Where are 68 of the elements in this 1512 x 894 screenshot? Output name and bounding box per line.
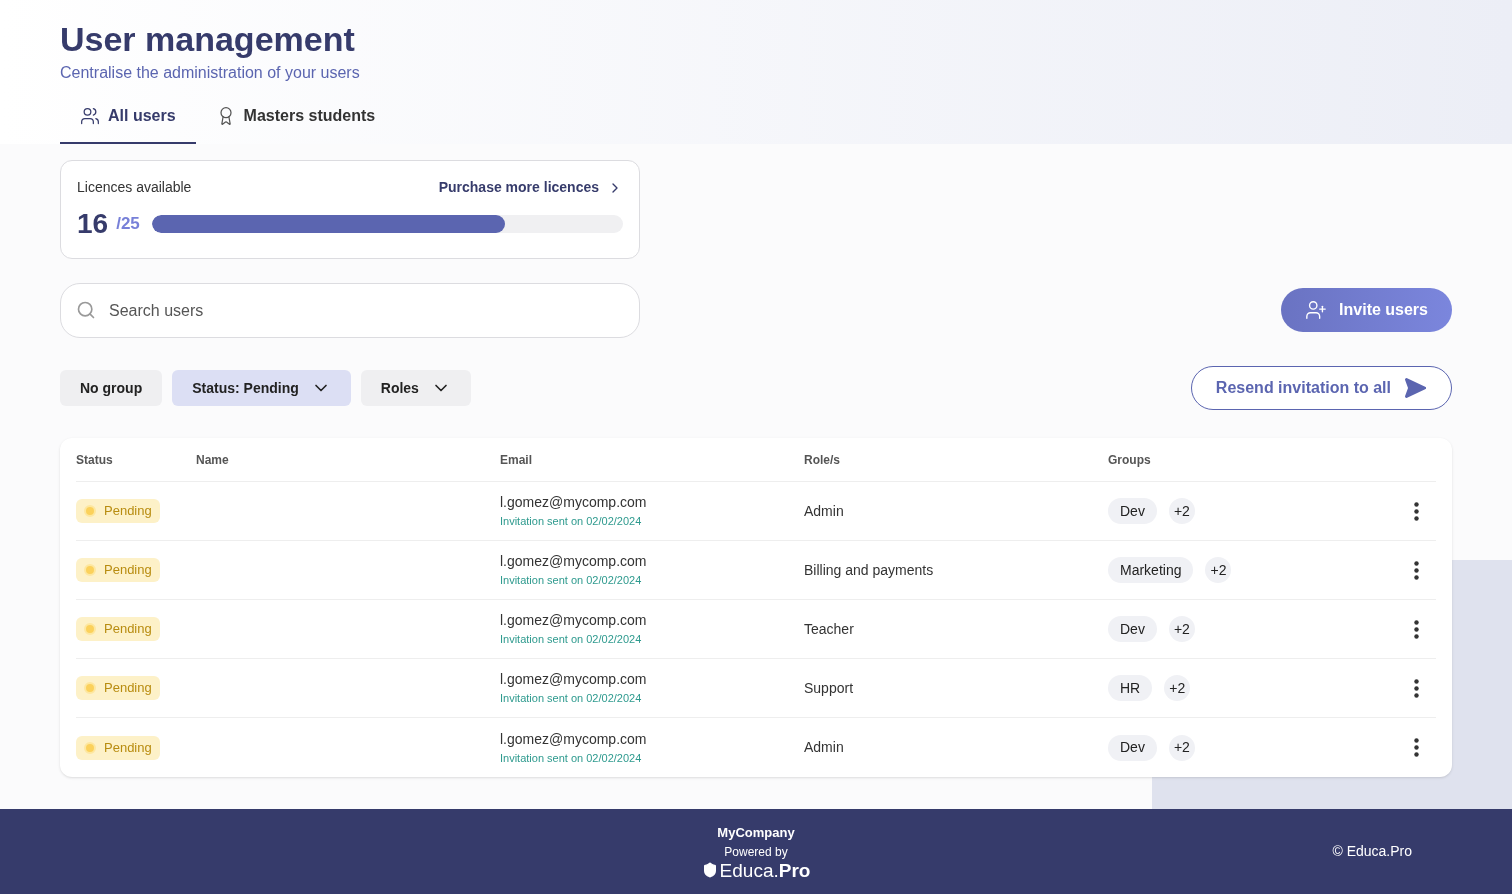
tab[interactable]: Masters students bbox=[195, 90, 396, 144]
users-icon bbox=[80, 106, 100, 126]
column-header: Groups bbox=[1108, 451, 1151, 469]
more-icon bbox=[1413, 560, 1419, 580]
more-icon bbox=[1413, 678, 1419, 698]
search-field[interactable]: Search users bbox=[60, 283, 640, 338]
more-groups-tag: +2 bbox=[1205, 557, 1232, 583]
group-tag: Dev bbox=[1108, 616, 1157, 642]
email-text: l.gomez@mycomp.com bbox=[500, 670, 647, 690]
email-text: l.gomez@mycomp.com bbox=[500, 552, 647, 572]
invitation-note: Invitation sent on 02/02/2024 bbox=[500, 750, 643, 766]
more-icon bbox=[1413, 738, 1419, 757]
filter-button[interactable]: No group bbox=[60, 370, 163, 406]
page-subtitle: Centralise the administration of your users bbox=[60, 62, 360, 83]
role-text: Admin bbox=[804, 738, 844, 757]
purchase-link[interactable]: Purchase more licences bbox=[438, 177, 623, 198]
email-text: l.gomez@mycomp.com bbox=[500, 611, 647, 631]
email-text: l.gomez@mycomp.com bbox=[500, 493, 647, 513]
more-options-button[interactable] bbox=[1413, 501, 1419, 521]
filter-button[interactable]: Status: Pending bbox=[172, 370, 351, 406]
more-options-button[interactable] bbox=[1413, 560, 1419, 580]
licences-label: Licences available bbox=[77, 178, 192, 197]
email-text: l.gomez@mycomp.com bbox=[500, 729, 647, 749]
invite-users-button[interactable]: Invite users bbox=[1281, 288, 1452, 332]
licences-total: /25 bbox=[116, 213, 140, 236]
more-options-button[interactable] bbox=[1413, 678, 1419, 698]
group-tag: Dev bbox=[1108, 498, 1157, 524]
page-title: User management bbox=[60, 19, 355, 60]
status-badge: Pending bbox=[76, 617, 160, 641]
column-header: Role/s bbox=[804, 451, 840, 469]
more-groups-tag: +2 bbox=[1168, 616, 1195, 642]
invitation-note: Invitation sent on 02/02/2024 bbox=[500, 514, 643, 530]
column-header: Status bbox=[76, 451, 113, 469]
send-icon bbox=[1403, 376, 1427, 400]
group-tag: Marketing bbox=[1108, 557, 1194, 583]
role-text: Support bbox=[804, 678, 854, 698]
more-groups-tag: +2 bbox=[1168, 734, 1195, 761]
more-options-button[interactable] bbox=[1413, 619, 1419, 639]
status-badge: Pending bbox=[76, 499, 160, 523]
licences-used: 16 bbox=[77, 210, 109, 238]
invitation-note: Invitation sent on 02/02/2024 bbox=[500, 573, 643, 589]
invitation-note: Invitation sent on 02/02/2024 bbox=[500, 691, 643, 707]
more-options-button[interactable] bbox=[1413, 738, 1419, 757]
column-header: Name bbox=[196, 451, 229, 469]
role-text: Teacher bbox=[804, 619, 854, 639]
more-icon bbox=[1413, 619, 1419, 639]
powered-by-text: Powered by bbox=[724, 843, 788, 861]
more-icon bbox=[1413, 501, 1419, 521]
status-badge: Pending bbox=[76, 558, 160, 582]
more-groups-tag: +2 bbox=[1168, 498, 1195, 524]
group-tag: Dev bbox=[1108, 734, 1157, 761]
logo-text: Educa.Pro bbox=[719, 860, 811, 880]
add-user-icon bbox=[1305, 299, 1328, 321]
company-name: MyCompany bbox=[717, 824, 795, 843]
resend-invitation-button[interactable]: Resend invitation to all bbox=[1190, 366, 1452, 410]
status-badge: Pending bbox=[76, 735, 160, 760]
status-badge: Pending bbox=[76, 676, 160, 700]
role-text: Billing and payments bbox=[804, 560, 934, 580]
group-tag: HR bbox=[1108, 675, 1153, 701]
more-groups-tag: +2 bbox=[1164, 675, 1191, 701]
column-header: Email bbox=[500, 451, 532, 469]
copyright-text: © Educa.Pro bbox=[1332, 842, 1412, 861]
filter-button[interactable]: Roles bbox=[360, 370, 471, 406]
role-text: Admin bbox=[804, 501, 844, 521]
shield-icon bbox=[701, 862, 718, 879]
tab[interactable]: All users bbox=[60, 90, 196, 144]
search-icon bbox=[76, 300, 96, 320]
invitation-note: Invitation sent on 02/02/2024 bbox=[500, 632, 643, 648]
